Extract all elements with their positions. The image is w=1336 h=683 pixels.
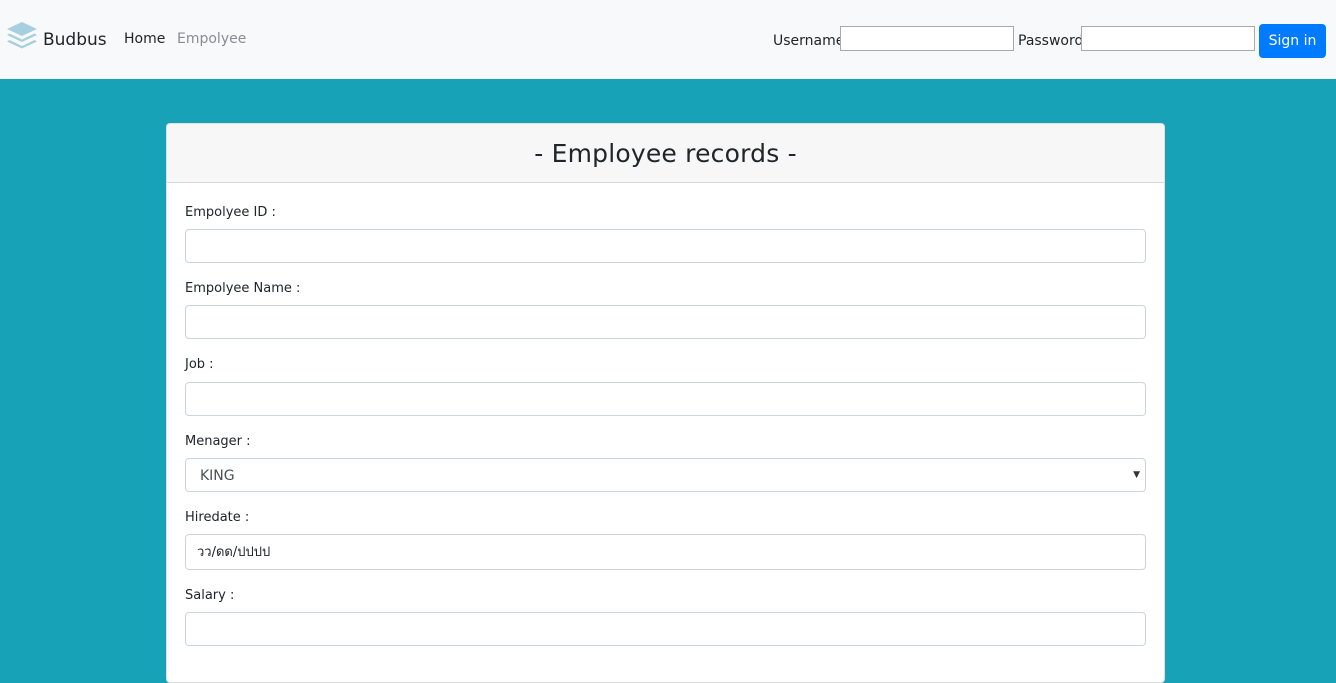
caret-down-icon: ▼ [1133, 470, 1140, 480]
username-label: Username [773, 33, 845, 49]
job-label: Job : [185, 357, 214, 372]
employee-records-card: - Employee records - Empolyee ID : Empol… [166, 123, 1165, 683]
job-input[interactable] [185, 382, 1146, 416]
manager-select[interactable]: KING ▼ [185, 458, 1146, 492]
manager-label: Menager : [185, 434, 251, 449]
password-label: Password [1018, 33, 1084, 49]
employee-name-input[interactable] [185, 305, 1146, 339]
nav-employee-link[interactable]: Empolyee [177, 29, 246, 49]
hiredate-input[interactable]: วว/ดด/ปปปป [185, 534, 1146, 570]
sign-in-button[interactable]: Sign in [1259, 24, 1326, 58]
page-title: - Employee records - [534, 138, 797, 168]
layers-icon [5, 20, 39, 54]
hiredate-label: Hiredate : [185, 510, 250, 525]
card-header: - Employee records - [167, 124, 1164, 183]
username-input[interactable] [840, 26, 1014, 51]
nav-home-link[interactable]: Home [124, 29, 165, 49]
manager-selected-value: KING [200, 468, 235, 484]
brand-link[interactable]: Budbus [5, 19, 107, 55]
password-input[interactable] [1081, 26, 1255, 51]
navbar: Budbus Home Empolyee Username Password S… [0, 0, 1336, 79]
employee-name-label: Empolyee Name : [185, 281, 301, 296]
brand-name: Budbus [43, 30, 107, 50]
employee-id-input[interactable] [185, 229, 1146, 263]
hiredate-placeholder: วว/ดด/ปปปป [197, 545, 271, 560]
salary-label: Salary : [185, 588, 235, 603]
salary-input[interactable] [185, 612, 1146, 646]
employee-id-label: Empolyee ID : [185, 205, 276, 220]
